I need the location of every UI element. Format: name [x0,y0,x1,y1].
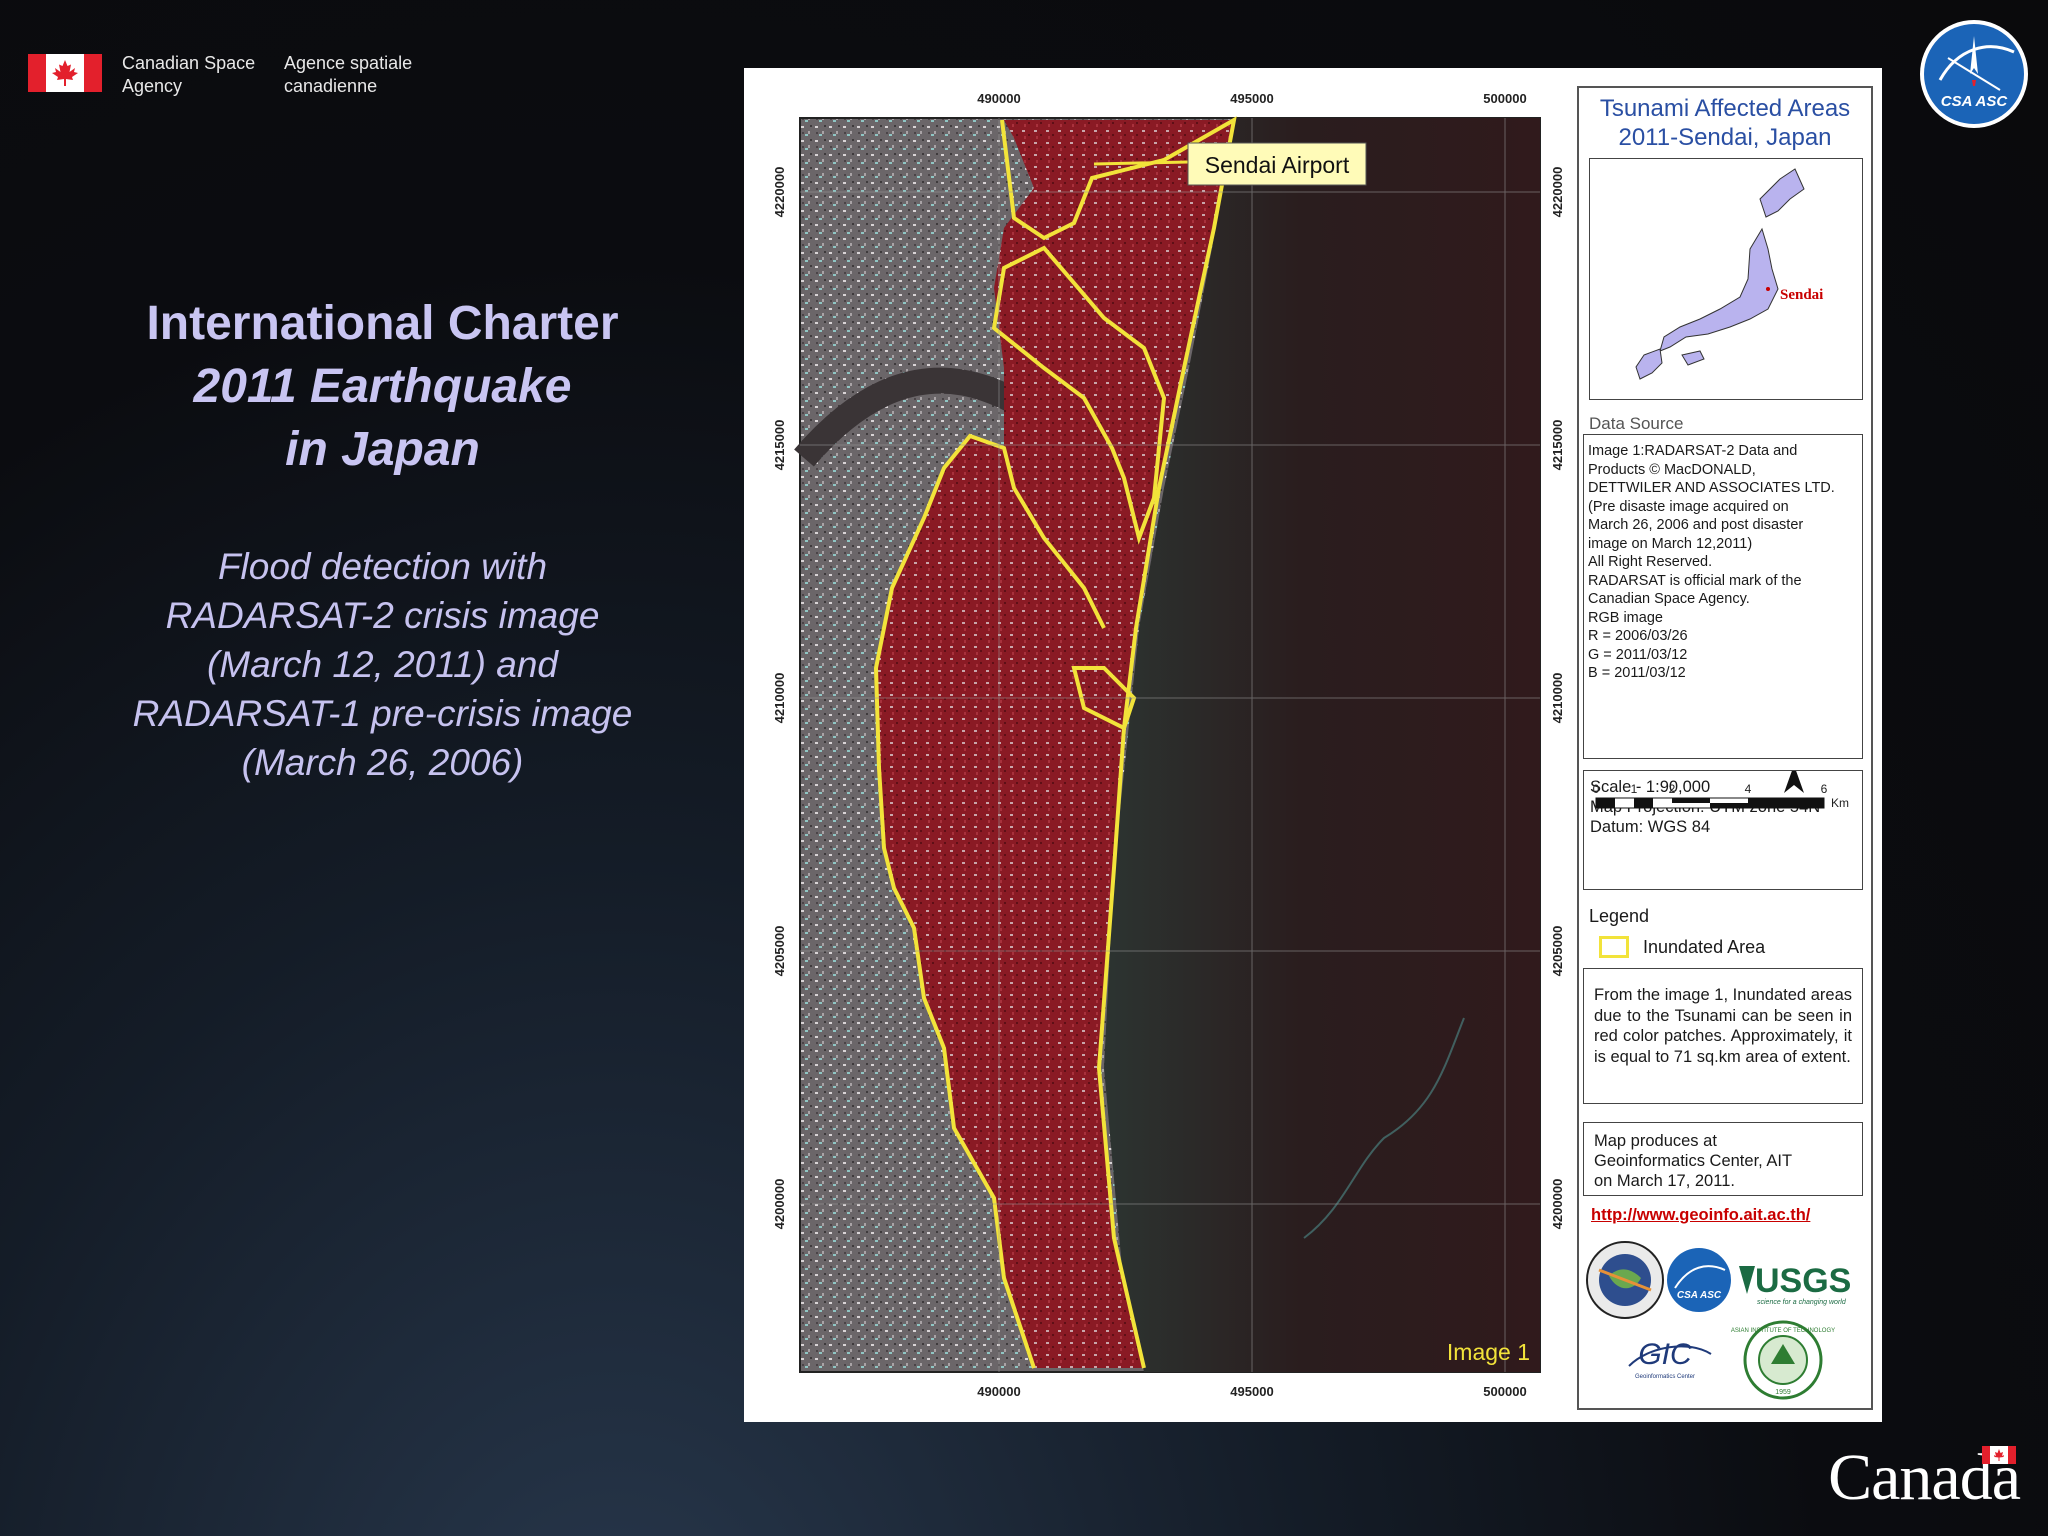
agency-name-fr: Agence spatiale canadienne [284,53,413,96]
y-tick-label: 4220000 [1550,167,1565,218]
x-tick-label: 490000 [977,1384,1020,1399]
x-tick-label: 495000 [1230,91,1273,106]
y-tick-label: 4200000 [772,1179,787,1230]
x-tick-label: 495000 [1230,1384,1273,1399]
svg-text:USGS: USGS [1755,1262,1851,1300]
x-tick-label: 500000 [1483,1384,1526,1399]
svg-text:Km: Km [1831,796,1849,810]
agency-name-en: Canadian Space Agency [122,53,256,96]
y-tick-label: 4215000 [1550,420,1565,471]
credit-box: Map produces at Geoinformatics Center, A… [1583,1122,1863,1196]
canada-wordmark-flag-icon [1982,1446,2016,1464]
sendai-airport-label: Sendai Airport [1205,152,1350,178]
flood-map: 490000 495000 500000 490000 495000 50000… [744,68,1882,1422]
geoinfo-link[interactable]: http://www.geoinfo.ait.ac.th/ [1591,1206,1810,1225]
japan-inset-map: Sendai [1589,158,1863,400]
canada-flag-icon [28,54,102,92]
legend-item-inundated: Inundated Area [1599,936,1765,958]
image-label: Image 1 [1447,1339,1530,1365]
csa-header: Canadian Space Agency Agence spatiale ca… [28,52,434,98]
svg-text:Geoinformatics Center: Geoinformatics Center [1635,1374,1695,1380]
y-tick-label: 4200000 [1550,1179,1565,1230]
svg-text:0: 0 [1593,782,1600,796]
x-tick-label: 490000 [977,91,1020,106]
inundated-swatch-icon [1599,936,1629,958]
y-tick-label: 4210000 [772,673,787,724]
csa-logo-text: CSA ASC [1941,93,2009,110]
svg-text:1: 1 [1631,782,1638,796]
svg-text:2: 2 [1669,782,1676,796]
svg-text:1959: 1959 [1775,1389,1791,1396]
y-tick-label: 4220000 [772,167,787,218]
note-box: From the image 1, Inundated areas due to… [1583,968,1863,1104]
legend-heading: Legend [1589,906,1650,926]
inset-sendai-label: Sendai [1780,287,1823,303]
slide-subtitle: Flood detection with RADARSAT-2 crisis i… [132,546,633,783]
panel-title: Tsunami Affected Areas 2011-Sendai, Japa… [1599,95,1851,151]
svg-text:science for a changing world: science for a changing world [1757,1299,1847,1306]
ait-logo-icon: ASIAN INSTITUTE OF TECHNOLOGY 1959 [1731,1320,1835,1400]
scale-box: Scale - 1:90,000 Map Projection: UTM zon… [1583,770,1863,890]
partner-logos: CSA ASC USGS science for a changing worl… [1579,1236,1875,1406]
y-tick-label: 4205000 [772,926,787,977]
data-source-heading: Data Source [1589,414,1684,433]
svg-text:ASIAN INSTITUTE OF TECHNOLOGY: ASIAN INSTITUTE OF TECHNOLOGY [1731,1328,1835,1334]
x-tick-label: 500000 [1483,91,1526,106]
y-tick-label: 4215000 [772,420,787,471]
usgs-logo-icon: USGS science for a changing world [1739,1262,1851,1306]
y-tick-label: 4210000 [1550,673,1565,724]
svg-text:CSA ASC: CSA ASC [1677,1290,1722,1301]
svg-text:6: 6 [1821,782,1828,796]
data-source-box: Image 1:RADARSAT-2 Data and Products © M… [1583,434,1863,759]
north-arrow-icon [1784,771,1804,793]
charter-logo-icon [1586,1241,1664,1319]
csa-logo: CSA ASC [1920,20,2028,128]
csa-small-logo-icon: CSA ASC [1667,1248,1731,1312]
scale-bar: 0 1 2 4 6 Km [1593,771,1849,810]
svg-text:4: 4 [1745,782,1752,796]
slide-title: International Charter 2011 Earthquake in… [146,297,619,476]
legend-panel: Tsunami Affected Areas 2011-Sendai, Japa… [1577,86,1873,1410]
y-tick-label: 4205000 [1550,926,1565,977]
gic-logo-icon: GIC Geoinformatics Center [1628,1338,1712,1380]
